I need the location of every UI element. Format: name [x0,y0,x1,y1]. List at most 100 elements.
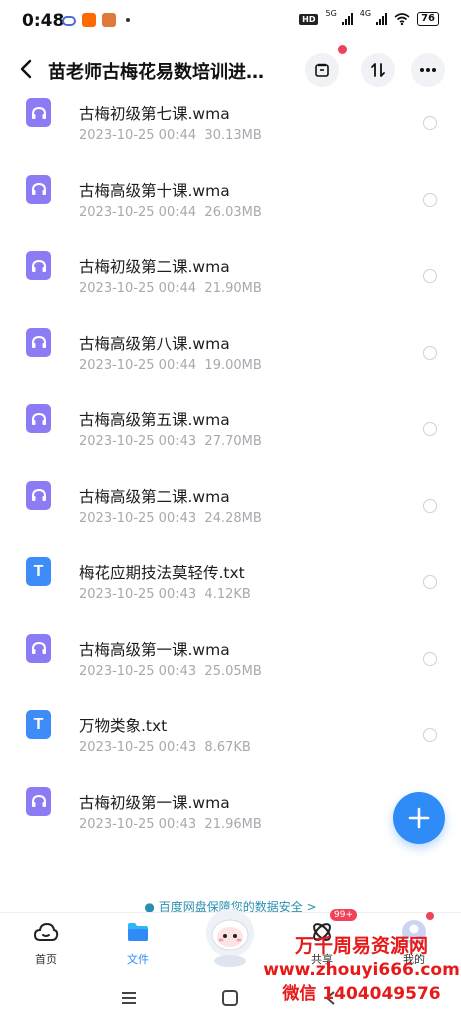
file-date: 2023-10-25 00:43 [79,740,197,755]
file-row[interactable]: 古梅高级第十课.wma 2023-10-25 00:44 26.03MB [0,163,461,240]
audio-file-icon [26,251,51,280]
file-name: 梅花应期技法莫轻传.txt [79,564,245,582]
nav-files-label: 文件 [127,953,149,966]
file-size: 21.90MB [204,281,262,296]
file-size: 27.70MB [204,434,262,449]
file-name: 古梅高级第二课.wma [79,487,230,506]
file-row[interactable]: 古梅高级第五课.wma 2023-10-25 00:43 27.70MB [0,392,461,469]
file-row[interactable]: T 梅花应期技法莫轻传.txt 2023-10-25 00:43 4.12KB [0,545,461,622]
file-meta: 2023-10-25 00:44 30.13MB [79,128,262,143]
app-notification-icon [102,13,116,27]
nav-files[interactable]: 文件 [108,919,168,967]
transfer-list-button[interactable] [305,53,339,87]
status-time: 0:48 [22,11,65,31]
file-meta: 2023-10-25 00:44 19.00MB [79,358,262,373]
file-name: 古梅初级第七课.wma [79,105,230,123]
watermark-line2: www.zhouyi666.com [263,960,460,980]
add-button[interactable] [393,792,445,844]
notification-dot [338,45,347,54]
file-size: 24.28MB [204,510,262,526]
wifi-icon [394,13,410,25]
share-badge: 99+ [330,909,357,921]
audio-file-icon [26,480,51,510]
file-list: 古梅初级第七课.wma 2023-10-25 00:44 30.13MB 古梅高级第… [0,86,461,851]
select-checkbox[interactable] [423,422,437,436]
more-button[interactable] [411,53,445,87]
file-row[interactable]: 古梅初级第二课.wma 2023-10-25 00:44 21.90MB [0,239,461,316]
file-name: 古梅初级第一课.wma [79,793,230,812]
file-meta: 2023-10-25 00:44 21.90MB [79,281,262,296]
file-date: 2023-10-25 00:43 [79,434,197,449]
file-meta: 2023-10-25 00:43 25.05MB [79,664,262,679]
file-row[interactable]: 古梅高级第一课.wma 2023-10-25 00:43 25.05MB [0,622,461,699]
file-size: 26.03MB [204,204,262,220]
file-date: 2023-10-25 00:44 [79,204,197,220]
file-meta: 2023-10-25 00:43 21.96MB [79,817,262,832]
status-app-icons [62,13,130,27]
select-checkbox[interactable] [423,575,437,589]
select-checkbox[interactable] [423,345,437,360]
select-checkbox[interactable] [423,651,437,666]
watermark-line1: 万千周易资源网 [294,935,428,957]
text-file-letter: T [33,562,44,580]
file-date: 2023-10-25 00:43 [79,587,197,602]
select-checkbox[interactable] [423,116,437,130]
file-name: 古梅高级第十课.wma [79,181,230,200]
nav-home-label: 首页 [35,953,57,966]
file-name: 万物类象.txt [79,717,168,735]
text-file-letter: T [33,715,44,733]
sort-button[interactable] [361,53,395,87]
file-size: 30.13MB [204,128,262,143]
mine-notification-dot [426,912,434,920]
file-row[interactable]: T 万物类象.txt 2023-10-25 00:43 8.67KB [0,698,461,775]
audio-file-icon [26,174,51,204]
file-row[interactable]: 古梅高级第二课.wma 2023-10-25 00:43 24.28MB [0,469,461,546]
file-row[interactable]: 古梅初级第七课.wma 2023-10-25 00:44 30.13MB [0,86,461,163]
text-file-icon: T [26,557,51,586]
select-checkbox[interactable] [423,192,437,207]
folder-icon [128,923,148,941]
file-size: 19.00MB [204,357,262,373]
more-icon [420,68,436,72]
file-row[interactable]: 古梅高级第八课.wma 2023-10-25 00:44 19.00MB [0,316,461,393]
network-5g-label: 5G [325,8,337,18]
file-meta: 2023-10-25 00:44 26.03MB [79,205,262,220]
file-row[interactable]: 古梅初级第一课.wma 2023-10-25 00:43 21.96MB [0,775,461,852]
more-notifications-dot [126,18,130,22]
select-checkbox[interactable] [423,269,437,283]
battery-icon: 76 [417,12,439,26]
sort-icon [371,63,385,77]
cloud-home-icon [33,922,59,941]
file-size: 8.67KB [204,740,251,755]
file-date: 2023-10-25 00:43 [79,816,197,832]
signal-icon [341,13,353,25]
status-indicators: HD 5G 4G 76 [299,8,439,26]
nav-home[interactable]: 首页 [16,919,76,967]
mi-app-icon [82,13,96,27]
file-meta: 2023-10-25 00:43 27.70MB [79,434,262,449]
back-icon[interactable] [14,56,40,82]
signal-icon-2 [376,13,388,25]
file-name: 古梅高级第五课.wma [79,411,230,429]
status-bar: 0:48 HD 5G 4G 76 [0,0,461,40]
file-meta: 2023-10-25 00:43 8.67KB [79,740,251,755]
audio-file-icon [26,327,51,357]
menu-icon[interactable] [120,990,138,1006]
hd-icon: HD [299,13,319,25]
audio-file-icon [26,98,51,127]
select-checkbox[interactable] [423,728,437,742]
file-date: 2023-10-25 00:43 [79,663,197,679]
clipboard-icon [315,63,329,77]
file-date: 2023-10-25 00:44 [79,281,197,296]
file-date: 2023-10-25 00:44 [79,357,197,373]
watermark: 万千周易资源网 www.zhouyi666.com 微信 1404049576 [262,934,461,1006]
cloud-icon [62,16,76,26]
file-size: 25.05MB [204,663,262,679]
page-title: 苗老师古梅花易数培训进… [48,62,264,83]
file-date: 2023-10-25 00:44 [79,128,197,143]
file-name: 古梅初级第二课.wma [79,258,230,276]
select-checkbox[interactable] [423,498,437,513]
mascot-icon[interactable] [200,903,260,967]
watermark-line3: 微信 1404049576 [282,984,441,1004]
home-square-icon[interactable] [221,990,239,1006]
